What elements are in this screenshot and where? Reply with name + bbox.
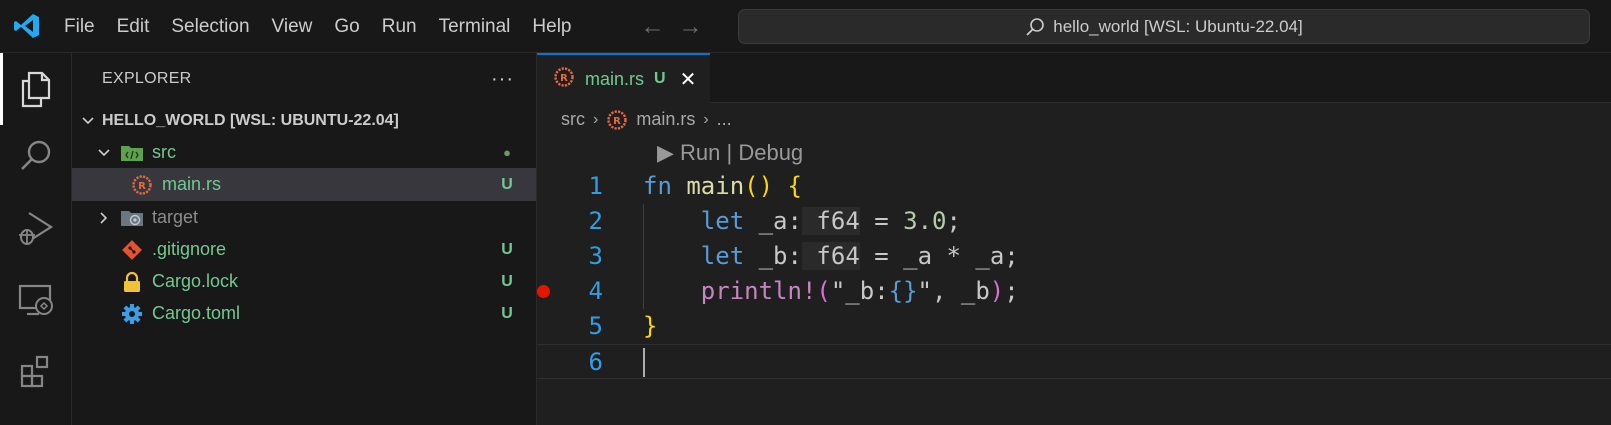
command-center-label: hello_world [WSL: Ubuntu-22.04]	[1053, 16, 1303, 36]
menu-view[interactable]: View	[261, 0, 324, 53]
menu-go[interactable]: Go	[323, 0, 370, 53]
code-line[interactable]: 2 let _a: f64 = 3.0;	[537, 204, 1611, 239]
type-inlay-hint: f64	[801, 207, 860, 235]
forward-arrow-icon[interactable]: →	[679, 0, 703, 53]
untracked-badge: U	[501, 240, 513, 258]
code-line[interactable]: 3 let _b: f64 = _a * _a;	[537, 239, 1611, 274]
code-line[interactable]: 4 println!("_b:{}", _b);	[537, 274, 1611, 309]
explorer-icon[interactable]	[0, 53, 72, 125]
gear-icon	[120, 302, 144, 326]
tree-item-cargo-lock[interactable]: Cargo.lock U	[72, 265, 536, 298]
modified-dot-badge: ●	[503, 145, 511, 160]
tree-item-main-rs[interactable]: R main.rs U	[72, 168, 536, 201]
rust-file-icon: R	[606, 109, 628, 131]
tree-item-cargo-toml[interactable]: Cargo.toml U	[72, 297, 536, 330]
close-icon[interactable]: ✕	[680, 67, 697, 92]
tab-label: main.rs	[585, 68, 645, 89]
tree-item-label: Cargo.lock	[152, 271, 239, 291]
extensions-icon[interactable]	[0, 336, 72, 408]
tree-item-label: main.rs	[162, 174, 222, 194]
explorer-panel: EXPLORER ··· HELLO_WORLD [WSL: UBUNTU-22…	[72, 53, 537, 425]
menu-selection[interactable]: Selection	[160, 0, 260, 53]
remote-explorer-icon[interactable]	[0, 264, 72, 336]
breadcrumb-folder[interactable]: src	[561, 109, 585, 130]
code-line-text: fn main() {	[643, 172, 802, 200]
run-debug-icon[interactable]	[0, 192, 72, 264]
menu-help[interactable]: Help	[521, 0, 582, 53]
tree-item-label: target	[152, 207, 199, 227]
line-number: 1	[588, 172, 603, 200]
explorer-header: EXPLORER ···	[72, 53, 536, 105]
menu-bar: File Edit Selection View Go Run Terminal…	[53, 0, 583, 53]
explorer-title: EXPLORER	[102, 70, 192, 87]
line-number: 3	[588, 242, 603, 270]
breakpoint-icon[interactable]	[537, 285, 550, 298]
git-file-icon	[120, 238, 144, 262]
activity-bar	[0, 53, 72, 425]
line-number: 2	[588, 207, 603, 235]
breadcrumb-symbol[interactable]: ...	[717, 109, 732, 130]
menu-run[interactable]: Run	[371, 0, 428, 53]
run-debug-codelens[interactable]: ▶ Run | Debug	[657, 136, 803, 169]
line-number: 4	[588, 277, 603, 305]
workspace-root[interactable]: HELLO_WORLD [WSL: UBUNTU-22.04]	[72, 104, 536, 137]
title-bar: File Edit Selection View Go Run Terminal…	[0, 0, 1611, 53]
tree-item-label: Cargo.toml	[152, 303, 241, 323]
rust-file-icon: R	[553, 66, 575, 93]
menu-terminal[interactable]: Terminal	[428, 0, 522, 53]
folder-src-icon	[120, 141, 144, 165]
untracked-badge: U	[501, 304, 513, 322]
code-line-text: }	[643, 312, 658, 340]
tree-item-src[interactable]: src ●	[72, 136, 536, 169]
menu-file[interactable]: File	[53, 0, 106, 53]
svg-text:R: R	[138, 181, 146, 192]
search-icon[interactable]	[0, 120, 72, 192]
editor-area: R main.rs U ✕ src › R main.rs › ... ▶ Ru…	[537, 53, 1611, 425]
search-icon	[1026, 17, 1045, 36]
tab-bar: R main.rs U ✕	[537, 53, 1611, 103]
tree-item-gitignore[interactable]: .gitignore U	[72, 233, 536, 266]
lock-icon	[120, 270, 144, 294]
chevron-down-icon	[94, 146, 114, 160]
code-line[interactable]: 5 }	[537, 309, 1611, 344]
rust-file-icon: R	[130, 173, 154, 197]
breadcrumb-file[interactable]: main.rs	[636, 109, 695, 130]
code-line-text: let _b: f64 = _a * _a;	[700, 242, 1019, 270]
text-cursor	[643, 348, 645, 377]
menu-edit[interactable]: Edit	[106, 0, 161, 53]
breadcrumb: src › R main.rs › ...	[537, 103, 1611, 136]
tree-item-label: .gitignore	[152, 239, 227, 259]
folder-target-icon	[120, 206, 144, 230]
code-line-text: println!("_b:{}", _b);	[700, 277, 1019, 305]
vscode-logo-icon[interactable]	[0, 0, 53, 53]
untracked-badge: U	[501, 272, 513, 290]
chevron-down-icon	[78, 114, 98, 128]
code-line-text: let _a: f64 = 3.0;	[700, 207, 961, 235]
chevron-right-icon: ›	[703, 110, 709, 128]
tab-main-rs[interactable]: R main.rs U ✕	[537, 53, 711, 103]
chevron-right-icon: ›	[593, 110, 599, 128]
chevron-right-icon	[94, 211, 114, 225]
more-actions-icon[interactable]: ···	[491, 68, 514, 91]
back-arrow-icon[interactable]: ←	[641, 0, 665, 53]
svg-text:R: R	[613, 116, 621, 127]
type-inlay-hint: f64	[801, 242, 860, 270]
command-center[interactable]: hello_world [WSL: Ubuntu-22.04]	[738, 9, 1590, 44]
line-number: 5	[588, 312, 603, 340]
untracked-badge: U	[501, 175, 513, 193]
untracked-badge: U	[654, 70, 666, 87]
code-line-current[interactable]: 6	[537, 344, 1611, 379]
line-number: 6	[588, 348, 603, 376]
code-line[interactable]: 1 fn main() {	[537, 169, 1611, 204]
tree-item-target[interactable]: target	[72, 201, 536, 234]
tree-item-label: src	[152, 142, 176, 162]
workspace-root-label: HELLO_WORLD [WSL: UBUNTU-22.04]	[102, 111, 399, 129]
svg-text:R: R	[560, 73, 568, 84]
